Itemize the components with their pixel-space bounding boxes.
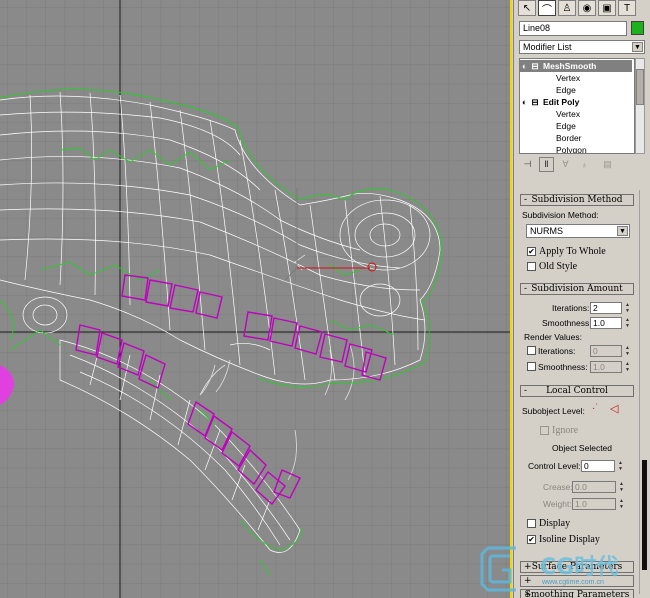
crease-label: Crease: (543, 482, 573, 492)
viewport-active-border (510, 0, 512, 598)
spinner-arrows-icon[interactable]: ▲ ▼ (618, 498, 625, 510)
dropdown-value: NURMS (530, 226, 563, 236)
chevron-down-icon: ▼ (632, 42, 643, 52)
render-iterations-spinner[interactable]: 0 (590, 345, 622, 357)
utilities-tab-icon[interactable]: T (618, 0, 636, 16)
stack-subitem-polygon[interactable]: Polygon (520, 144, 634, 153)
modifier-list-label: Modifier List (523, 42, 572, 52)
spinner-arrows-icon[interactable]: ▲ ▼ (624, 317, 631, 329)
stack-scrollbar-thumb[interactable] (636, 69, 644, 105)
stack-subitem-edge[interactable]: Edge (520, 84, 634, 96)
configure-sets-icon[interactable]: ▤ (600, 157, 615, 172)
remove-modifier-icon[interactable]: ♁ (577, 157, 592, 172)
ignore-backfacing-label: Ignore (552, 425, 579, 436)
lightbulb-icon[interactable]: ◐ (522, 97, 527, 107)
smoothness-label: Smoothness: (542, 318, 592, 328)
weight-label: Weight: (543, 499, 572, 509)
old-style-checkbox[interactable] (527, 262, 536, 271)
stack-subitem-vertex[interactable]: Vertex (520, 72, 634, 84)
object-name-field[interactable]: Line08 (519, 21, 627, 36)
motion-tab-icon[interactable]: ◉ (578, 0, 596, 16)
modifier-stack[interactable]: ◐ ⊟ MeshSmooth Vertex Edge ◐ ⊟ Edit Poly… (519, 58, 635, 154)
rollout-title: Subdivision Method (531, 195, 623, 205)
spinner-arrows-icon[interactable]: ▲ ▼ (624, 361, 631, 373)
viewport-perspective[interactable] (0, 0, 512, 598)
rollout-title: Subdivision Amount (531, 284, 623, 294)
control-level-spinner[interactable]: 0 (581, 460, 615, 472)
iterations-spinner[interactable]: 2 (590, 302, 622, 314)
render-iterations-label: Iterations: (538, 346, 576, 356)
stack-item-meshsmooth[interactable]: ◐ ⊟ MeshSmooth (520, 60, 632, 72)
vertex-level-icon[interactable]: ·˙ (592, 403, 599, 414)
spinner-arrows-icon[interactable]: ▲ ▼ (618, 481, 625, 493)
show-end-result-icon[interactable]: Ⅱ (539, 157, 554, 172)
stack-item-edit-poly[interactable]: ◐ ⊟ Edit Poly (520, 96, 632, 108)
old-style-label: Old Style (539, 261, 578, 272)
object-color-swatch[interactable] (631, 21, 644, 35)
watermark-text: CG时代 (540, 555, 619, 580)
stack-subitem-edge[interactable]: Edge (520, 120, 634, 132)
stack-item-label: Edit Poly (543, 97, 580, 107)
rollout-scrollbar[interactable] (639, 190, 650, 594)
modify-tab-icon[interactable]: ⌒ (538, 0, 556, 16)
smoothness-spinner[interactable]: 1.0 (590, 317, 622, 329)
subdivision-method-label: Subdivision Method: (522, 210, 599, 220)
display-control-mesh-label: Display (539, 518, 571, 529)
stack-scrollbar[interactable] (635, 58, 645, 154)
collapse-icon[interactable]: ⊟ (532, 61, 539, 71)
collapse-icon[interactable]: ⊟ (532, 97, 539, 107)
apply-to-whole-label: Apply To Whole (539, 246, 606, 257)
wireframe-scene (0, 0, 512, 598)
ignore-backfacing-checkbox[interactable] (540, 426, 549, 435)
rollout-title: Local Control (546, 386, 608, 396)
command-panel: ↖ ⌒ ♙ ◉ ▣ T Line08 Modifier List ▼ ◐ ⊟ M… (513, 0, 650, 598)
spinner-arrows-icon[interactable]: ▲ ▼ (624, 302, 631, 314)
hierarchy-tab-icon[interactable]: ♙ (558, 0, 576, 16)
iterations-label: Iterations: (552, 303, 590, 313)
chevron-down-icon: ▼ (617, 226, 628, 236)
subdivision-method-dropdown[interactable]: NURMS ▼ (526, 224, 630, 238)
modifier-list-dropdown[interactable]: Modifier List ▼ (519, 40, 645, 54)
rollout-subdivision-method[interactable]: - Subdivision Method (520, 194, 634, 206)
apply-to-whole-checkbox[interactable]: ✔ (527, 247, 536, 256)
lightbulb-icon[interactable]: ◐ (522, 61, 527, 71)
render-iterations-checkbox[interactable] (527, 346, 536, 355)
stack-toolbar: ⊣ Ⅱ ∀ ♁ ▤ (520, 157, 615, 173)
render-smoothness-checkbox[interactable] (527, 362, 536, 371)
command-panel-tabs: ↖ ⌒ ♙ ◉ ▣ T (518, 0, 636, 17)
stack-subitem-vertex[interactable]: Vertex (520, 108, 634, 120)
watermark-url: www.cgtime.com.cn (542, 579, 604, 586)
spinner-arrows-icon[interactable]: ▲ ▼ (624, 345, 631, 357)
pin-stack-icon[interactable]: ⊣ (520, 157, 535, 172)
crease-spinner[interactable]: 0.0 (572, 481, 616, 493)
object-selected-status: Object Selected (552, 443, 613, 453)
stack-item-label: MeshSmooth (543, 61, 597, 71)
display-control-mesh-checkbox[interactable] (527, 519, 536, 528)
render-smoothness-spinner[interactable]: 1.0 (590, 361, 622, 373)
display-tab-icon[interactable]: ▣ (598, 0, 616, 16)
subobject-level-label: Subobject Level: (522, 406, 585, 416)
create-tab-icon[interactable]: ↖ (518, 0, 536, 16)
render-values-label: Render Values: (524, 332, 582, 342)
make-unique-icon[interactable]: ∀ (558, 157, 573, 172)
weight-spinner[interactable]: 1.0 (572, 498, 616, 510)
control-level-label: Control Level: (528, 461, 581, 471)
rollout-subdivision-amount[interactable]: - Subdivision Amount (520, 283, 634, 295)
rollout-panel: - Subdivision Method Subdivision Method: … (518, 188, 639, 598)
spinner-arrows-icon[interactable]: ▲ ▼ (617, 460, 624, 472)
stack-subitem-border[interactable]: Border (520, 132, 634, 144)
render-smoothness-label: Smoothness: (538, 362, 588, 372)
rollout-local-control[interactable]: - Local Control (520, 385, 634, 397)
edge-level-icon[interactable]: ◁ (610, 402, 618, 415)
